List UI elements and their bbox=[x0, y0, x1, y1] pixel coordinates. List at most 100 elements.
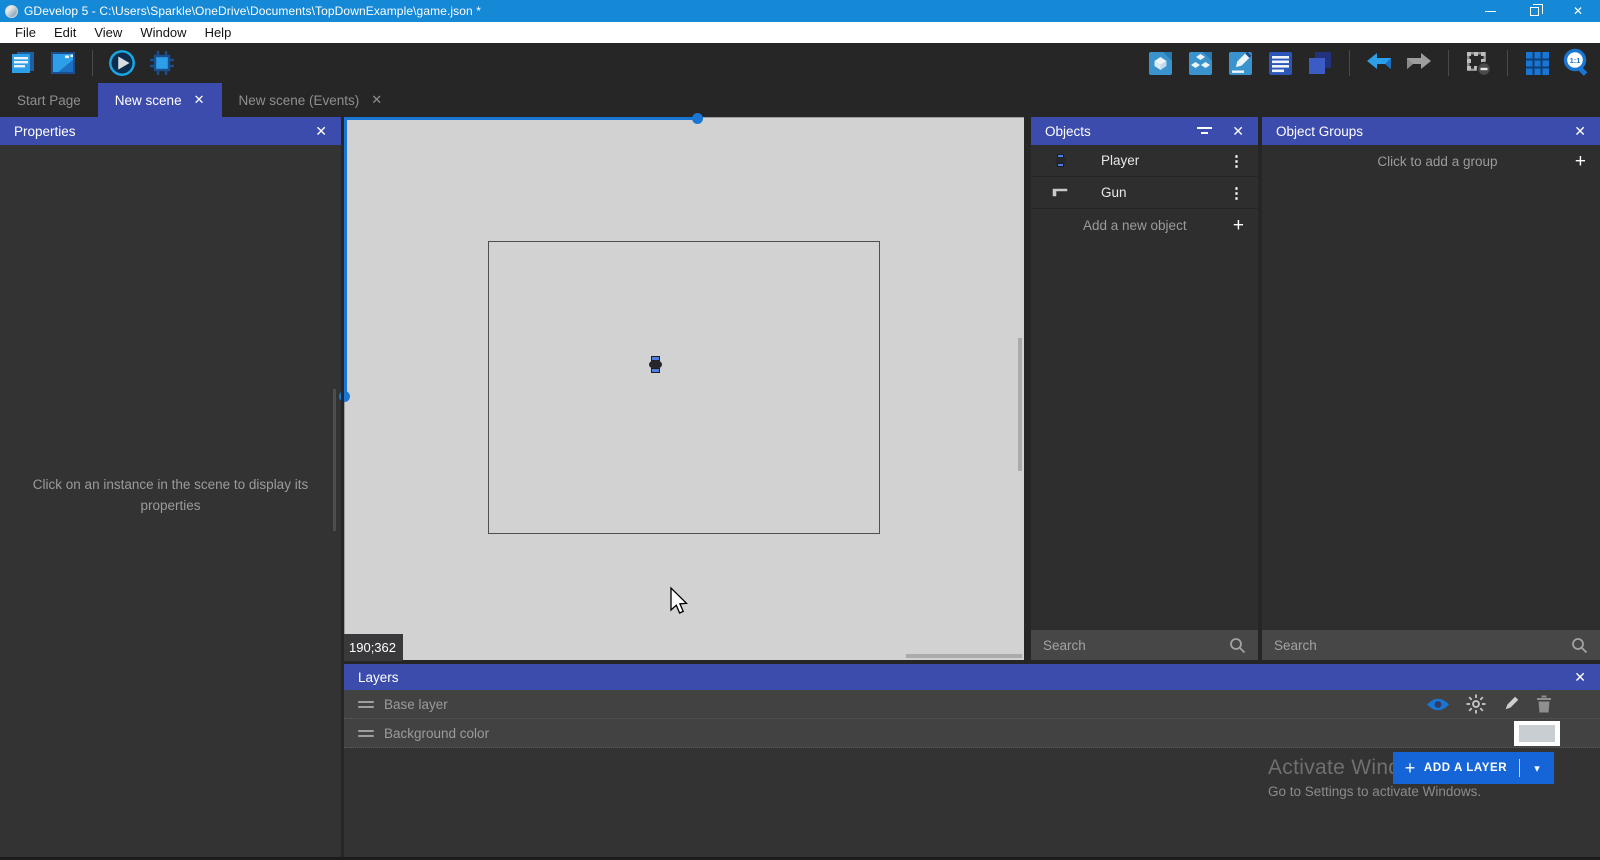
object-row-gun[interactable]: Gun ⋮ bbox=[1031, 177, 1258, 209]
toolbar-separator bbox=[1349, 50, 1350, 76]
layers-panel-header: Layers ✕ bbox=[344, 664, 1600, 690]
objects-search-bar bbox=[1031, 630, 1258, 660]
layer-effects-icon[interactable] bbox=[1466, 694, 1486, 714]
object-name: Gun bbox=[1101, 185, 1127, 200]
menu-help[interactable]: Help bbox=[196, 22, 241, 43]
objects-panel-title: Objects bbox=[1045, 124, 1091, 139]
canvas-vertical-scrollbar[interactable] bbox=[1018, 338, 1022, 471]
restore-button[interactable] bbox=[1512, 0, 1556, 22]
toolbar-separator bbox=[92, 50, 93, 76]
add-group-row[interactable]: Click to add a group + bbox=[1262, 145, 1600, 177]
player-instance[interactable] bbox=[649, 356, 663, 373]
scene-properties-button[interactable] bbox=[48, 48, 78, 78]
menu-edit[interactable]: Edit bbox=[45, 22, 85, 43]
undo-icon bbox=[1365, 49, 1393, 77]
layer-visibility-icon[interactable] bbox=[1426, 697, 1450, 712]
window-border-handle-top[interactable] bbox=[692, 113, 703, 124]
layer-delete-icon[interactable] bbox=[1536, 695, 1552, 713]
canvas-horizontal-scrollbar[interactable] bbox=[906, 654, 1022, 658]
window-controls: ✕ bbox=[1468, 0, 1600, 22]
open-instances-list-button[interactable] bbox=[1265, 48, 1295, 78]
toolbar: 1:1 bbox=[0, 43, 1600, 83]
debug-button[interactable] bbox=[147, 48, 177, 78]
layer-name: Background color bbox=[384, 726, 489, 741]
close-object-groups-icon[interactable]: ✕ bbox=[1574, 124, 1586, 138]
close-button[interactable]: ✕ bbox=[1556, 0, 1600, 22]
groups-search-input[interactable] bbox=[1274, 638, 1571, 653]
player-hand bbox=[651, 368, 660, 373]
layer-edit-icon[interactable] bbox=[1502, 695, 1520, 713]
close-objects-icon[interactable]: ✕ bbox=[1232, 124, 1244, 138]
drag-handle-icon[interactable] bbox=[358, 730, 374, 737]
plus-icon: + bbox=[1405, 758, 1416, 779]
menu-window[interactable]: Window bbox=[131, 22, 195, 43]
title-bar: GDevelop 5 - C:\Users\Sparkle\OneDrive\D… bbox=[0, 0, 1600, 22]
layer-name: Base layer bbox=[384, 697, 448, 712]
close-layers-icon[interactable]: ✕ bbox=[1574, 670, 1586, 684]
properties-scrollbar[interactable] bbox=[333, 389, 336, 531]
scene-canvas[interactable]: 190;362 bbox=[344, 117, 1024, 660]
object-name: Player bbox=[1101, 153, 1139, 168]
clear-selection-button[interactable] bbox=[1463, 48, 1493, 78]
caret-down-icon[interactable]: ▾ bbox=[1520, 762, 1554, 775]
objects-panel: Objects ✕ Player ⋮ Gun ⋮ bbox=[1031, 117, 1258, 660]
properties-empty-message: Click on an instance in the scene to dis… bbox=[20, 475, 321, 517]
menu-file[interactable]: File bbox=[6, 22, 45, 43]
close-tab-icon[interactable]: ✕ bbox=[194, 92, 205, 108]
scene-rectangle-outline bbox=[488, 241, 880, 534]
add-layer-button[interactable]: + ADD A LAYER ▾ bbox=[1393, 752, 1554, 784]
search-icon bbox=[1229, 637, 1246, 654]
open-properties-panel-button[interactable] bbox=[1225, 48, 1255, 78]
gdevelop-logo-icon bbox=[5, 5, 18, 18]
tab-new-scene-events[interactable]: New scene (Events) ✕ bbox=[222, 83, 400, 117]
tab-new-scene[interactable]: New scene ✕ bbox=[98, 83, 222, 117]
add-object-row[interactable]: Add a new object + bbox=[1031, 209, 1258, 241]
toolbar-separator bbox=[1507, 50, 1508, 76]
close-tab-icon[interactable]: ✕ bbox=[371, 92, 382, 108]
layers-panel-icon bbox=[1306, 49, 1334, 77]
zoom-original-button[interactable]: 1:1 bbox=[1562, 48, 1592, 78]
drag-handle-icon[interactable] bbox=[358, 701, 374, 708]
groups-search-bar bbox=[1262, 630, 1600, 660]
panel-divider bbox=[341, 117, 344, 860]
minimize-icon bbox=[1485, 11, 1496, 12]
filter-icon[interactable] bbox=[1197, 125, 1212, 137]
preview-button[interactable] bbox=[107, 48, 137, 78]
instances-list-icon bbox=[1267, 50, 1294, 77]
cursor-coordinates-badge: 190;362 bbox=[342, 634, 403, 661]
minimize-button[interactable] bbox=[1468, 0, 1512, 22]
plus-icon: + bbox=[1575, 152, 1586, 171]
undo-button[interactable] bbox=[1364, 48, 1394, 78]
object-groups-panel-icon bbox=[1187, 50, 1214, 77]
tab-label: New scene (Events) bbox=[239, 93, 360, 108]
tab-start-page[interactable]: Start Page bbox=[0, 83, 98, 117]
background-color-swatch[interactable] bbox=[1514, 721, 1560, 746]
player-object-icon bbox=[1049, 154, 1071, 167]
object-menu-icon[interactable]: ⋮ bbox=[1229, 184, 1244, 202]
search-icon bbox=[1571, 637, 1588, 654]
menu-view[interactable]: View bbox=[85, 22, 131, 43]
project-manager-button[interactable] bbox=[8, 48, 38, 78]
objects-search-input[interactable] bbox=[1043, 638, 1229, 653]
layer-row-background[interactable]: Background color bbox=[344, 719, 1600, 748]
toggle-grid-button[interactable] bbox=[1522, 48, 1552, 78]
grid-icon bbox=[1524, 50, 1551, 77]
object-row-player[interactable]: Player ⋮ bbox=[1031, 145, 1258, 177]
layers-panel: Layers ✕ Base layer bbox=[344, 664, 1600, 860]
object-menu-icon[interactable]: ⋮ bbox=[1229, 152, 1244, 170]
open-object-groups-panel-button[interactable] bbox=[1185, 48, 1215, 78]
layer-row-base[interactable]: Base layer bbox=[344, 690, 1600, 719]
properties-panel-header: Properties ✕ bbox=[0, 117, 341, 145]
close-properties-icon[interactable]: ✕ bbox=[315, 124, 327, 138]
open-objects-panel-button[interactable] bbox=[1145, 48, 1175, 78]
deselect-icon bbox=[1464, 49, 1492, 77]
restore-icon bbox=[1530, 7, 1539, 16]
properties-panel-title: Properties bbox=[14, 124, 76, 139]
game-window-border-left bbox=[344, 117, 347, 398]
properties-panel: Properties ✕ Click on an instance in the… bbox=[0, 117, 341, 860]
game-window-border-top bbox=[345, 117, 702, 120]
plus-icon: + bbox=[1233, 216, 1244, 235]
open-layers-panel-button[interactable] bbox=[1305, 48, 1335, 78]
redo-icon bbox=[1405, 49, 1433, 77]
redo-button[interactable] bbox=[1404, 48, 1434, 78]
